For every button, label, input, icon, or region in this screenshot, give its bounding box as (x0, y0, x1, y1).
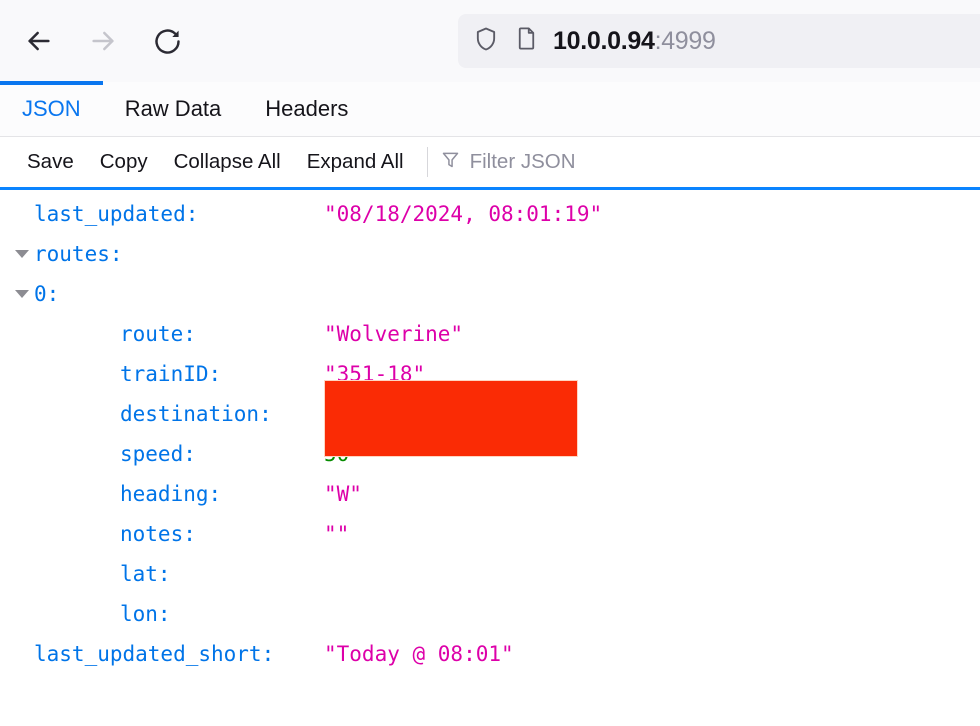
tab-raw-data[interactable]: Raw Data (103, 82, 244, 136)
json-key: trainID: (120, 362, 222, 386)
url-text: 10.0.0.94:4999 (553, 27, 716, 56)
chevron-down-icon[interactable] (14, 246, 30, 262)
url-host: 10.0.0.94 (553, 26, 655, 55)
arrow-left-icon (23, 25, 55, 57)
json-row[interactable]: lon: (0, 594, 980, 634)
json-row[interactable]: route: "Wolverine" (0, 314, 980, 354)
forward-button[interactable] (82, 20, 124, 62)
json-key: routes: (34, 242, 123, 266)
copy-button[interactable]: Copy (87, 150, 161, 174)
json-key: lon: (120, 602, 171, 626)
reload-icon (152, 26, 183, 57)
json-key: last_updated: (34, 202, 199, 226)
json-key: route: (120, 322, 196, 346)
back-button[interactable] (18, 20, 60, 62)
viewer-tabs: JSON Raw Data Headers (0, 81, 980, 137)
json-key: last_updated_short: (34, 642, 275, 666)
json-row[interactable]: heading: "W" (0, 474, 980, 514)
save-button[interactable]: Save (14, 150, 87, 174)
json-key: lat: (120, 562, 171, 586)
redaction-overlay (324, 380, 578, 457)
json-row[interactable]: last_updated_short: "Today @ 08:01" (0, 634, 980, 674)
chevron-down-icon[interactable] (14, 286, 30, 302)
json-toolbar: Save Copy Collapse All Expand All Filter… (0, 137, 980, 190)
tab-headers[interactable]: Headers (243, 82, 370, 136)
json-row[interactable]: 0: (0, 274, 980, 314)
json-value: "" (324, 522, 350, 546)
tab-json[interactable]: JSON (0, 81, 103, 136)
shield-icon[interactable] (472, 25, 500, 58)
toolbar-divider (426, 147, 428, 177)
filter-json-placeholder: Filter JSON (469, 150, 576, 173)
json-value: "Wolverine" (324, 322, 464, 346)
collapse-all-button[interactable]: Collapse All (161, 150, 294, 174)
arrow-right-icon (87, 25, 119, 57)
url-port: :4999 (654, 26, 716, 55)
json-key: 0: (34, 282, 60, 306)
reload-button[interactable] (146, 20, 188, 62)
json-content-panel[interactable]: last_updated: "08/18/2024, 08:01:19" route… (0, 190, 980, 726)
json-value: "08/18/2024, 08:01:19" (324, 202, 603, 226)
browser-chrome: 10.0.0.94:4999 (0, 0, 980, 82)
filter-funnel-icon (440, 149, 461, 175)
tab-raw-data-label: Raw Data (124, 96, 222, 121)
address-bar[interactable]: 10.0.0.94:4999 (458, 14, 980, 68)
json-row[interactable]: last_updated: "08/18/2024, 08:01:19" (0, 194, 980, 234)
page-document-icon[interactable] (513, 25, 540, 57)
tab-json-label: JSON (22, 96, 81, 121)
json-value: "W" (324, 482, 362, 506)
json-row[interactable]: routes: (0, 234, 980, 274)
expand-all-button[interactable]: Expand All (294, 150, 417, 174)
json-key: destination: (120, 402, 272, 426)
json-value: "Today @ 08:01" (324, 642, 514, 666)
tab-headers-label: Headers (265, 96, 349, 121)
json-row[interactable]: notes: "" (0, 514, 980, 554)
json-row[interactable]: lat: (0, 554, 980, 594)
json-key: heading: (120, 482, 222, 506)
filter-json-input[interactable]: Filter JSON (436, 149, 576, 175)
json-key: speed: (120, 442, 196, 466)
json-key: notes: (120, 522, 196, 546)
navigation-buttons (18, 20, 188, 62)
